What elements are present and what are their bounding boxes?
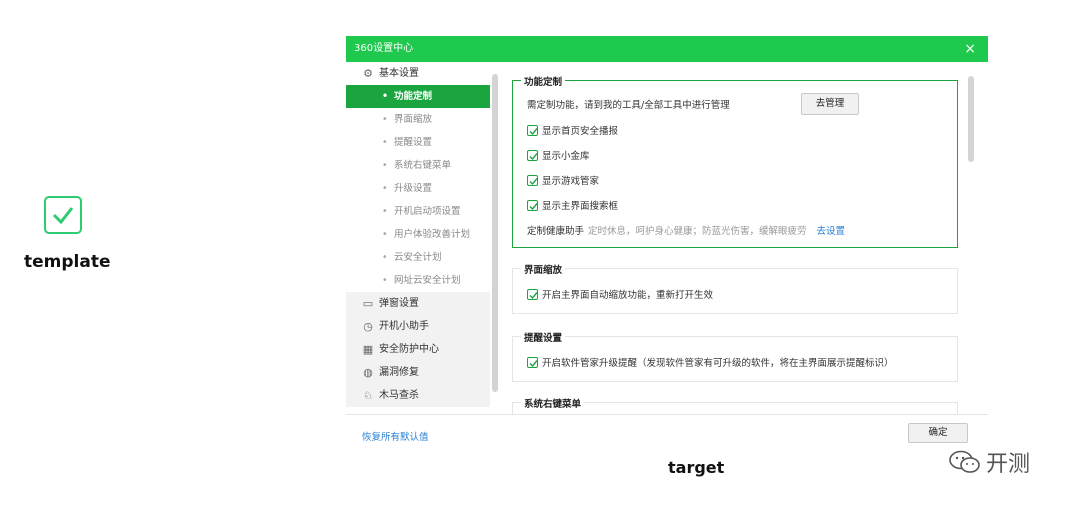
window-title: 360设置中心 — [354, 43, 414, 54]
health-desc: 定时休息，呵护身心健康；防蓝光伤害，缓解眼疲劳 — [588, 226, 807, 237]
sidebar-group-basic[interactable]: ⚙ 基本设置 — [346, 62, 490, 85]
stopwatch-icon: ◷ — [363, 319, 373, 333]
remind-panel: 提醒设置 开启软件管家升级提醒（发现软件管家有可升级的软件，将在主界面展示提醒标… — [512, 330, 958, 382]
context-menu-panel-title: 系统右键菜单 — [521, 396, 585, 410]
checkbox-checked-icon[interactable] — [527, 356, 538, 368]
confirm-button[interactable]: 确定 — [908, 423, 968, 443]
sidebar-scrollbar[interactable] — [492, 74, 498, 392]
checkbox-checked-icon[interactable] — [527, 149, 538, 161]
sidebar-item-url-cloud[interactable]: • 网址云安全计划 — [346, 269, 490, 292]
feature-panel-title: 功能定制 — [521, 74, 566, 88]
sidebar-item-cloud-security[interactable]: • 云安全计划 — [346, 246, 490, 269]
sidebar-group-patch[interactable]: ◍ 漏洞修复 — [346, 361, 490, 384]
sidebar-item-upgrade[interactable]: • 升级设置 — [346, 177, 490, 200]
content-scrollbar[interactable] — [968, 76, 974, 162]
sidebar-item-startup[interactable]: • 开机启动项设置 — [346, 200, 490, 223]
zoom-panel-title: 界面缩放 — [521, 262, 566, 276]
sidebar-item-context-menu[interactable]: • 系统右键菜单 — [346, 154, 490, 177]
health-label: 定制健康助手 — [527, 226, 585, 237]
sidebar: ⚙ 基本设置 • 功能定制 • 界面缩放 • 提醒设置 • 系统右键菜单 • 升级设置 •… — [346, 62, 490, 414]
sidebar-item-feature[interactable]: • 功能定制 — [346, 85, 490, 108]
close-icon[interactable]: × — [964, 36, 976, 62]
remind-panel-title: 提醒设置 — [521, 330, 566, 344]
health-helper-row: 定制健康助手 定时休息，呵护身心健康；防蓝光伤害，缓解眼疲劳 去设置 — [527, 223, 845, 237]
sidebar-item-remind[interactable]: • 提醒设置 — [346, 131, 490, 154]
checkbox-checked-icon[interactable] — [527, 199, 538, 211]
checkbox-checked-icon[interactable] — [527, 174, 538, 186]
manage-button[interactable]: 去管理 — [801, 93, 859, 115]
option-vault[interactable]: 显示小金库 — [527, 148, 590, 162]
checkbox-checked-icon[interactable] — [527, 124, 538, 136]
watermark: 开测 — [948, 446, 1030, 478]
option-home-broadcast[interactable]: 显示首页安全播报 — [527, 123, 618, 137]
wechat-icon — [948, 449, 982, 475]
template-checkbox-icon — [44, 196, 82, 234]
sidebar-item-zoom[interactable]: • 界面缩放 — [346, 108, 490, 131]
sidebar-group-boot-helper[interactable]: ◷ 开机小助手 — [346, 315, 490, 338]
window-icon: ▭ — [362, 296, 374, 310]
sidebar-group-trojan[interactable]: ♘ 木马查杀 — [346, 384, 490, 407]
settings-window: 360设置中心 × ⚙ 基本设置 • 功能定制 • 界面缩放 • 提醒设置 • 系统右键… — [346, 36, 988, 448]
option-auto-zoom[interactable]: 开启主界面自动缩放功能，重新打开生效 — [527, 287, 713, 301]
health-settings-link[interactable]: 去设置 — [817, 223, 846, 237]
feature-panel: 功能定制 需定制功能，请到我的工具/全部工具中进行管理 去管理 显示首页安全播报… — [512, 74, 958, 248]
sidebar-group-popup[interactable]: ▭ 弹窗设置 — [346, 292, 490, 315]
shield-grid-icon: ▦ — [362, 342, 374, 356]
option-game-manager[interactable]: 显示游戏管家 — [527, 173, 599, 187]
content-area: 功能定制 需定制功能，请到我的工具/全部工具中进行管理 去管理 显示首页安全播报… — [504, 62, 966, 414]
target-label: target — [668, 458, 725, 477]
feature-desc: 需定制功能，请到我的工具/全部工具中进行管理 — [527, 100, 730, 111]
checkbox-checked-icon[interactable] — [527, 288, 538, 300]
horse-icon: ♘ — [363, 388, 373, 402]
sidebar-item-ux-plan[interactable]: • 用户体验改善计划 — [346, 223, 490, 246]
title-bar: 360设置中心 × — [346, 36, 988, 62]
gear-icon: ⚙ — [363, 66, 373, 80]
context-menu-panel: 系统右键菜单 — [512, 396, 958, 414]
restore-defaults-link[interactable]: 恢复所有默认值 — [362, 429, 429, 443]
sidebar-group-protection[interactable]: ▦ 安全防护中心 — [346, 338, 490, 361]
footer: 恢复所有默认值 确定 — [346, 414, 988, 448]
option-search-box[interactable]: 显示主界面搜索框 — [527, 198, 618, 212]
patch-icon: ◍ — [363, 365, 373, 379]
watermark-text: 开测 — [986, 452, 1031, 477]
template-label: template — [24, 252, 111, 272]
zoom-panel: 界面缩放 开启主界面自动缩放功能，重新打开生效 — [512, 262, 958, 314]
option-upgrade-remind[interactable]: 开启软件管家升级提醒（发现软件管家有可升级的软件，将在主界面展示提醒标识） — [527, 355, 894, 369]
